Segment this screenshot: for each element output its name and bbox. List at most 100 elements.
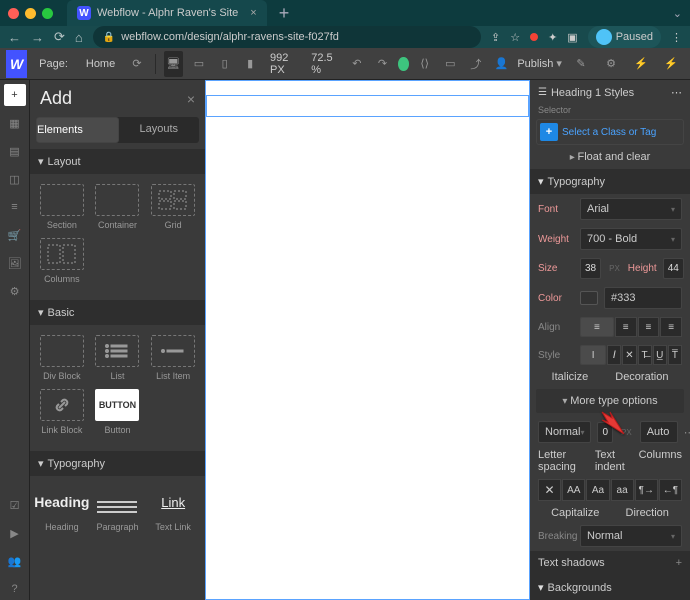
italic-none-icon[interactable]: I (580, 345, 606, 365)
breakpoint-tablet-icon[interactable]: ▭ (189, 51, 209, 77)
forward-button[interactable]: → (31, 30, 44, 45)
breakpoint-desktop-icon[interactable]: 🖥 (164, 51, 184, 77)
section-typography[interactable]: ▾ Typography (30, 451, 205, 476)
profile-paused-badge[interactable]: Paused (588, 26, 661, 48)
element-link-block[interactable]: Link Block (34, 385, 90, 439)
section-basic[interactable]: ▾ Basic (30, 300, 205, 325)
align-justify-icon[interactable]: ≡ (660, 317, 682, 337)
settings-icon[interactable]: ⚙ (4, 280, 26, 302)
italic-icon[interactable]: I (607, 345, 621, 365)
direction-rtl-icon[interactable]: ←¶ (659, 479, 682, 501)
settings-icon[interactable]: ⚙ (598, 51, 624, 77)
font-select[interactable]: Arial▾ (580, 198, 682, 220)
close-panel-icon[interactable]: × (187, 91, 195, 107)
capitalize-icon[interactable]: Aa (586, 479, 609, 501)
redo-icon[interactable]: ↷ (373, 51, 393, 77)
element-section[interactable]: Section (34, 180, 90, 234)
preview-icon[interactable]: ▭ (441, 51, 461, 77)
breakpoint-mobile-landscape-icon[interactable]: ▯ (215, 51, 235, 77)
more-type-options[interactable]: ▾ More type options (536, 389, 684, 413)
color-swatch[interactable] (580, 291, 598, 305)
artboard-body[interactable] (205, 80, 530, 600)
assets-icon[interactable]: 🖼 (4, 252, 26, 274)
cms-icon[interactable]: ≡ (4, 196, 26, 218)
size-input[interactable]: 38 (580, 258, 601, 279)
strike-icon[interactable]: T̶ (638, 345, 652, 365)
publish-button[interactable]: Publish ▾ (517, 57, 562, 70)
decoration-none-icon[interactable]: ✕ (622, 345, 636, 365)
weight-select[interactable]: 700 - Bold▾ (580, 228, 682, 250)
canvas-width[interactable]: 992 (270, 52, 288, 64)
extensions-menu-icon[interactable]: ✦ (548, 31, 557, 44)
tab-layouts[interactable]: Layouts (119, 117, 200, 143)
breakpoint-mobile-icon[interactable]: ▮ (240, 51, 260, 77)
add-shadow-icon[interactable]: + (676, 557, 682, 569)
uppercase-icon[interactable]: AA (562, 479, 585, 501)
new-tab-button[interactable]: + (273, 3, 296, 24)
backgrounds-section[interactable]: ▾ Backgrounds (530, 575, 690, 600)
align-right-icon[interactable]: ≡ (638, 317, 660, 337)
extension-icon[interactable] (530, 33, 538, 41)
bookmark-icon[interactable]: ☆ (510, 31, 520, 44)
interactions-icon[interactable]: ⚡ (628, 51, 654, 77)
tab-elements[interactable]: Elements (36, 117, 119, 143)
section-layout[interactable]: ▾ Layout (30, 149, 205, 174)
close-window-icon[interactable] (8, 8, 19, 19)
style-menu-icon[interactable]: ⋯ (671, 86, 682, 99)
reload-button[interactable]: ⟳ (54, 29, 65, 45)
element-list[interactable]: List (90, 331, 146, 385)
share-icon[interactable]: ⇪ (491, 31, 500, 44)
browser-tab[interactable]: W Webflow - Alphr Raven's Site × (67, 0, 267, 26)
page-selector[interactable]: Home (80, 58, 121, 70)
extension-icon[interactable]: ▣ (567, 31, 577, 44)
element-columns[interactable]: Columns (34, 234, 90, 288)
lowercase-icon[interactable]: aa (611, 479, 634, 501)
back-button[interactable]: ← (8, 30, 21, 45)
minimize-window-icon[interactable] (25, 8, 36, 19)
element-button[interactable]: BUTTONButton (90, 385, 146, 439)
overline-icon[interactable]: T̅ (668, 345, 682, 365)
text-shadows-section[interactable]: Text shadows+ (530, 551, 690, 575)
typography-section[interactable]: ▾ Typography (530, 169, 690, 194)
capitalize-none-icon[interactable]: ✕ (538, 479, 561, 501)
browser-menu-icon[interactable]: ⋮ (671, 31, 682, 44)
components-icon[interactable]: ◫ (4, 168, 26, 190)
align-center-icon[interactable]: ≡ (615, 317, 637, 337)
columns-menu-icon[interactable]: ⋯ (684, 426, 690, 439)
ecommerce-icon[interactable]: 🛒 (4, 224, 26, 246)
tabs-overflow-icon[interactable]: ⌄ (673, 7, 682, 20)
align-left-icon[interactable]: ≡ (580, 317, 614, 337)
share-icon[interactable]: 👤 (492, 51, 512, 77)
add-element-button[interactable]: + (4, 84, 26, 106)
navigator-icon[interactable]: ▦ (4, 112, 26, 134)
color-input[interactable]: #333 (604, 287, 682, 309)
element-heading[interactable]: HeadingHeading (34, 482, 90, 536)
undo-icon[interactable]: ↶ (347, 51, 367, 77)
maximize-window-icon[interactable] (42, 8, 53, 19)
underline-icon[interactable]: U̲ (653, 345, 667, 365)
element-div-block[interactable]: Div Block (34, 331, 90, 385)
canvas[interactable] (205, 80, 530, 600)
height-input[interactable]: 44 (663, 258, 684, 279)
columns-input[interactable]: Auto (640, 421, 678, 443)
video-icon[interactable]: ▶ (4, 522, 26, 544)
code-icon[interactable]: ⟨⟩ (415, 51, 435, 77)
address-bar[interactable]: 🔒 webflow.com/design/alphr-ravens-site-f… (93, 26, 481, 48)
close-tab-icon[interactable]: × (250, 7, 256, 19)
webflow-logo-icon[interactable]: W (6, 50, 27, 78)
line-height-mode[interactable]: Normal▾ (538, 421, 591, 443)
direction-ltr-icon[interactable]: ¶→ (635, 479, 658, 501)
element-paragraph[interactable]: Paragraph (90, 482, 146, 536)
float-clear-toggle[interactable]: ▸ Float and clear (530, 145, 690, 169)
zoom-level[interactable]: 72.5 (311, 52, 332, 64)
users-icon[interactable]: 👥 (4, 550, 26, 572)
element-container[interactable]: Container (90, 180, 146, 234)
element-list-item[interactable]: List Item (145, 331, 201, 385)
class-selector[interactable]: + Select a Class or Tag (536, 119, 684, 145)
effects-icon[interactable]: ⚡ (658, 51, 684, 77)
element-grid[interactable]: Grid (145, 180, 201, 234)
brush-icon[interactable]: ✎ (568, 51, 594, 77)
export-icon[interactable]: ⤴ (466, 51, 486, 77)
breaking-select[interactable]: Normal▾ (580, 525, 682, 547)
add-class-icon[interactable]: + (540, 123, 558, 141)
